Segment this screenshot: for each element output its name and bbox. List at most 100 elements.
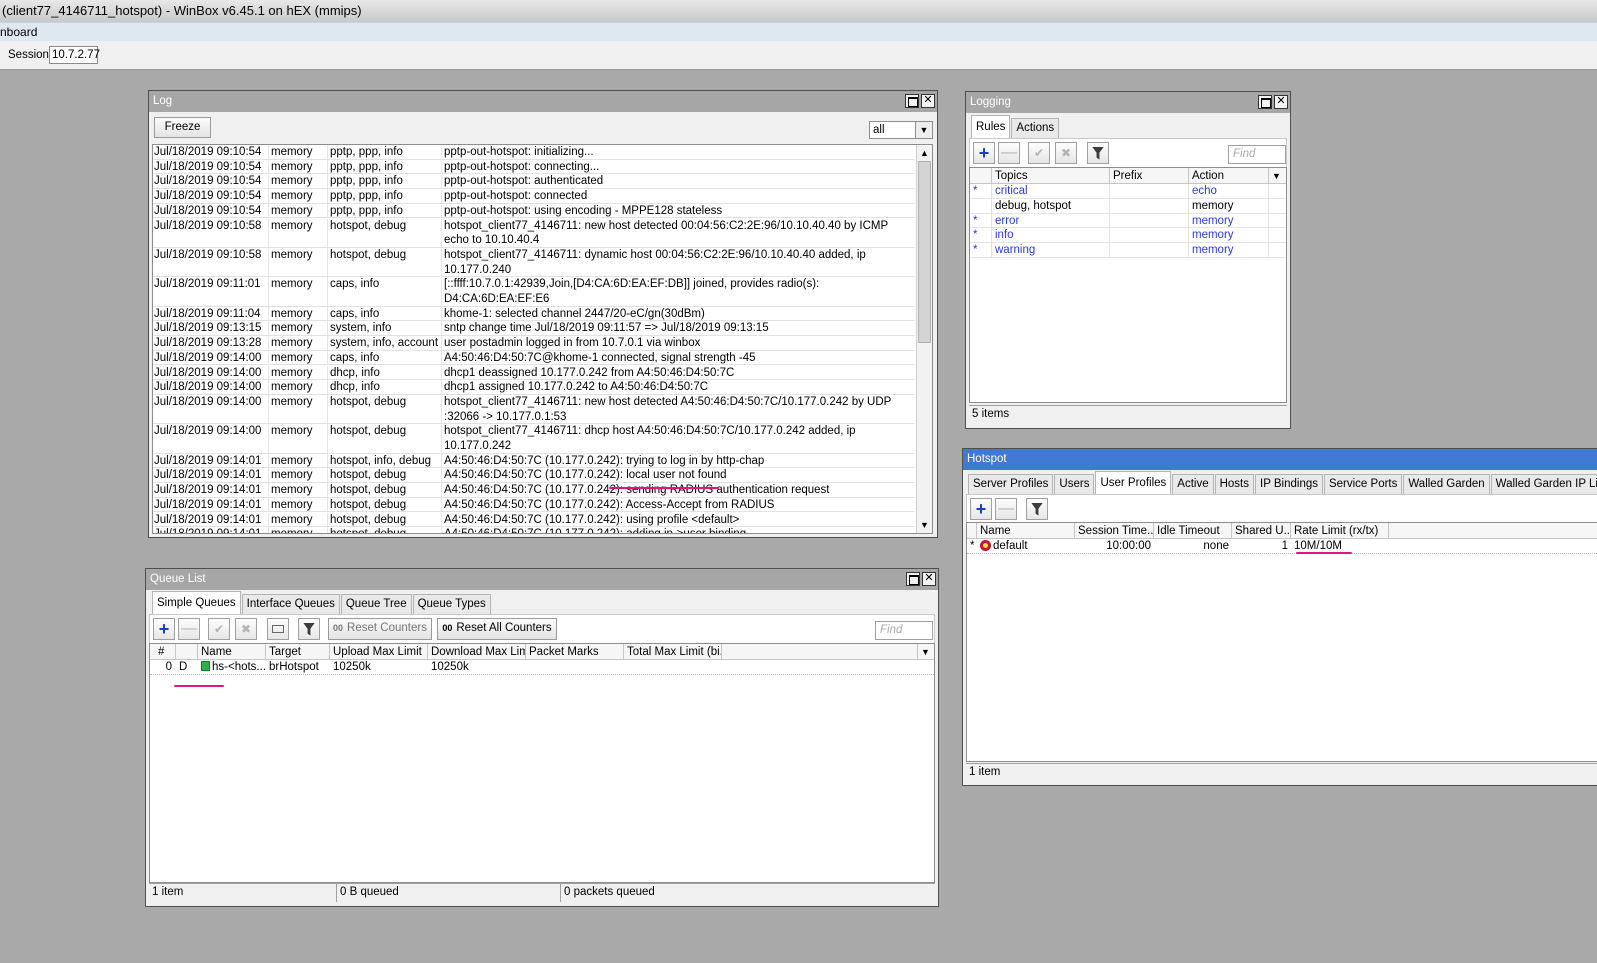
log-row[interactable]: Jul/18/2019 09:13:28 memory system, info, … (153, 336, 915, 351)
log-row[interactable]: Jul/18/2019 09:10:58 memory hotspot, debug… (153, 247, 915, 278)
tab-service-ports[interactable]: Service Ports (1323, 474, 1403, 494)
tab-actions[interactable]: Actions (1011, 118, 1060, 138)
disable-button[interactable]: ✖ (235, 618, 257, 640)
tab-walled-garden[interactable]: Walled Garden (1403, 474, 1490, 494)
log-row[interactable]: Jul/18/2019 09:10:54 memory pptp, ppp, inf… (153, 159, 915, 175)
filter-button[interactable] (298, 618, 320, 640)
tab-queue-tree[interactable]: Queue Tree (340, 594, 412, 614)
tab-rules[interactable]: Rules (971, 115, 1011, 138)
hotspot-title-bar[interactable]: Hotspot (963, 449, 1597, 470)
log-row[interactable]: Jul/18/2019 09:10:54 memory pptp, ppp, inf… (153, 145, 915, 160)
column-rate-limit[interactable]: Rate Limit (rx/tx) (1291, 523, 1389, 539)
add-button[interactable]: + (970, 498, 992, 520)
column-menu-icon[interactable]: ▼ (1269, 168, 1286, 184)
tab-ip-bindings[interactable]: IP Bindings (1255, 474, 1323, 494)
log-row[interactable]: Jul/18/2019 09:14:00 memory hotspot, debug… (153, 394, 915, 425)
log-row[interactable]: Jul/18/2019 09:14:01memoryhotspot, debug… (153, 483, 915, 498)
close-icon[interactable]: ✕ (1274, 95, 1288, 109)
tab-server-profiles[interactable]: Server Profiles (968, 474, 1054, 494)
column-upload-max-limit[interactable]: Upload Max Limit (330, 644, 428, 660)
table-row[interactable]: * default 10:00:00 none 1 10M/10M (967, 539, 1597, 554)
log-filter-select[interactable]: all ▼ (869, 121, 933, 139)
column-flag[interactable] (967, 523, 977, 539)
table-row[interactable]: * info memory (970, 228, 1286, 244)
tab-interface-queues[interactable]: Interface Queues (241, 594, 340, 614)
column-packet-marks[interactable]: Packet Marks (526, 644, 624, 660)
column-name[interactable]: Name (198, 644, 266, 660)
remove-button[interactable]: — (998, 142, 1020, 164)
scroll-down-icon[interactable]: ▼ (917, 517, 932, 533)
maximize-icon[interactable] (1258, 95, 1272, 109)
scroll-thumb[interactable] (918, 161, 931, 343)
tab-simple-queues[interactable]: Simple Queues (152, 591, 241, 614)
reset-all-counters-button[interactable]: 00 Reset All Counters (437, 618, 557, 640)
maximize-icon[interactable] (905, 94, 919, 108)
queue-title-bar[interactable]: Queue List ✕ (146, 569, 938, 590)
log-row[interactable]: Jul/18/2019 09:14:00 memory hotspot, debug… (153, 424, 915, 454)
column-number[interactable]: # (150, 644, 176, 660)
log-row[interactable]: Jul/18/2019 09:10:54 memory pptp, ppp, inf… (153, 203, 915, 219)
scroll-up-icon[interactable]: ▲ (917, 145, 932, 161)
chevron-down-icon[interactable]: ▼ (915, 122, 932, 138)
freeze-button[interactable]: Freeze (154, 117, 211, 138)
column-session-timeout[interactable]: Session Time... (1075, 523, 1154, 539)
table-row[interactable]: 0 D hs-<hots... brHotspot 10250k 10250k (150, 660, 934, 675)
log-row[interactable]: Jul/18/2019 09:14:01memoryhotspot, debug… (153, 497, 915, 513)
column-flag[interactable] (970, 168, 992, 184)
remove-button[interactable]: — (178, 618, 200, 640)
column-prefix[interactable]: Prefix (1110, 168, 1189, 184)
log-row[interactable]: Jul/18/2019 09:14:01memoryhotspot, debug… (153, 468, 915, 484)
log-row[interactable]: Jul/18/2019 09:14:00 memory caps, info A4:5… (153, 350, 915, 366)
table-row[interactable]: * error memory (970, 213, 1286, 229)
column-action[interactable]: Action (1189, 168, 1269, 184)
close-icon[interactable]: ✕ (921, 94, 935, 108)
column-flag[interactable] (176, 644, 198, 660)
find-input[interactable]: Find (1228, 145, 1286, 164)
log-row[interactable]: Jul/18/2019 09:14:00 memory dhcp, info dhcp… (153, 380, 915, 395)
log-row[interactable]: Jul/18/2019 09:14:01memoryhotspot, debug… (153, 527, 915, 533)
tab-queue-types[interactable]: Queue Types (412, 594, 491, 614)
disable-button[interactable]: ✖ (1055, 142, 1077, 164)
close-icon[interactable]: ✕ (922, 572, 936, 586)
table-row[interactable]: * critical echo (970, 184, 1286, 199)
reset-counters-button[interactable]: 00 Reset Counters (328, 618, 432, 640)
session-field[interactable]: 10.7.2.77 (49, 46, 100, 64)
remove-button[interactable]: — (995, 498, 1017, 520)
log-row[interactable]: Jul/18/2019 09:14:00 memory dhcp, info dhcp… (153, 365, 915, 381)
log-row[interactable]: Jul/18/2019 09:14:01 memory hotspot, info,… (153, 453, 915, 469)
log-row[interactable]: Jul/18/2019 09:10:58 memory hotspot, debug… (153, 218, 915, 248)
log-row[interactable]: Jul/18/2019 09:11:01 memory caps, info [::f… (153, 277, 915, 307)
log-row[interactable]: Jul/18/2019 09:10:54 memory pptp, ppp, inf… (153, 189, 915, 204)
logging-title-bar[interactable]: Logging ✕ (966, 92, 1290, 113)
column-total-max-limit[interactable]: Total Max Limit (bi... (624, 644, 722, 660)
column-target[interactable]: Target (266, 644, 330, 660)
column-idle-timeout[interactable]: Idle Timeout (1154, 523, 1232, 539)
menu-item-dashboard[interactable]: nboard (0, 25, 37, 39)
table-row[interactable]: debug, hotspot memory (970, 198, 1286, 214)
log-row[interactable]: Jul/18/2019 09:14:01memoryhotspot, debug… (153, 512, 915, 528)
tab-active[interactable]: Active (1172, 474, 1214, 494)
filter-button[interactable] (1087, 142, 1109, 164)
log-scrollbar[interactable]: ▲ ▼ (916, 145, 932, 533)
enable-button[interactable]: ✔ (1028, 142, 1050, 164)
column-shared-users[interactable]: Shared U... (1232, 523, 1291, 539)
table-row[interactable]: * warning memory (970, 243, 1286, 259)
tab-user-profiles[interactable]: User Profiles (1095, 471, 1172, 494)
add-button[interactable]: + (153, 618, 175, 640)
column-menu-icon[interactable]: ▼ (917, 644, 934, 660)
filter-button[interactable] (1026, 498, 1048, 520)
find-input[interactable]: Find (875, 621, 933, 640)
column-name[interactable]: Name (977, 523, 1075, 539)
log-row[interactable]: Jul/18/2019 09:11:04 memory caps, info khom… (153, 306, 915, 322)
log-title-bar[interactable]: Log ✕ (149, 91, 937, 112)
add-button[interactable]: + (973, 142, 995, 164)
tab-users[interactable]: Users (1054, 474, 1095, 494)
comment-button[interactable] (267, 618, 289, 640)
tab-hosts[interactable]: Hosts (1214, 474, 1255, 494)
enable-button[interactable]: ✔ (208, 618, 230, 640)
tab-walled-garden-ip-list[interactable]: Walled Garden IP List (1490, 474, 1597, 494)
log-row[interactable]: Jul/18/2019 09:10:54 memory pptp, ppp, inf… (153, 174, 915, 190)
column-download-max-limit[interactable]: Download Max Limit (428, 644, 526, 660)
column-topics[interactable]: Topics (992, 168, 1110, 184)
log-row[interactable]: Jul/18/2019 09:13:15 memory system, info sn… (153, 321, 915, 337)
